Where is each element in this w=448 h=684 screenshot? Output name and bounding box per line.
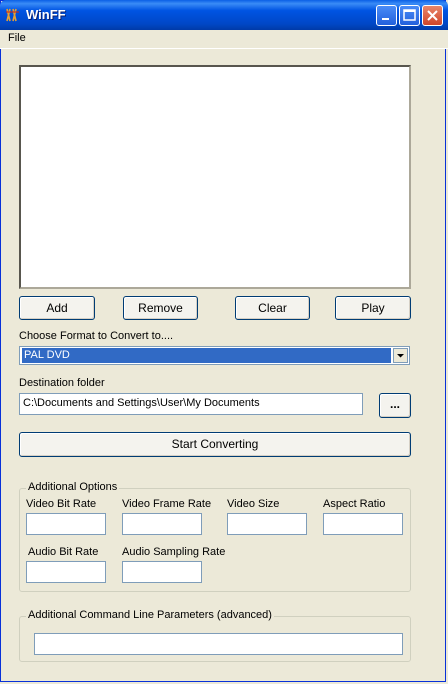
format-select[interactable]: PAL DVD: [19, 346, 410, 365]
minimize-icon: [382, 18, 389, 20]
video-size-input[interactable]: [227, 513, 307, 535]
aspect-ratio-label: Aspect Ratio: [323, 498, 386, 510]
dropdown-arrow-button[interactable]: [393, 348, 408, 363]
menu-bar: File: [0, 30, 448, 49]
minimize-button[interactable]: [376, 5, 397, 26]
play-button[interactable]: Play: [335, 296, 411, 320]
audio-sampling-rate-label: Audio Sampling Rate: [122, 546, 226, 558]
video-frame-rate-input[interactable]: [122, 513, 202, 535]
remove-button[interactable]: Remove: [123, 296, 198, 320]
video-frame-rate-label: Video Frame Rate: [122, 498, 212, 510]
audio-sampling-rate-input[interactable]: [122, 561, 202, 583]
command-line-input[interactable]: [34, 633, 403, 655]
audio-bit-rate-input[interactable]: [26, 561, 106, 583]
command-line-title: Additional Command Line Parameters (adva…: [26, 609, 274, 621]
video-bit-rate-label: Video Bit Rate: [26, 498, 97, 510]
video-bit-rate-input[interactable]: [26, 513, 106, 535]
format-label: Choose Format to Convert to....: [19, 330, 174, 342]
destination-input[interactable]: C:\Documents and Settings\User\My Docume…: [19, 393, 363, 415]
additional-options-title: Additional Options: [26, 481, 120, 493]
start-converting-button[interactable]: Start Converting: [19, 432, 411, 457]
window-title: WinFF: [26, 7, 66, 22]
aspect-ratio-input[interactable]: [323, 513, 403, 535]
browse-folder-button[interactable]: ...: [379, 393, 411, 418]
title-bar[interactable]: WinFF: [0, 0, 448, 30]
winff-app-icon: [6, 8, 19, 22]
close-button[interactable]: [422, 5, 443, 26]
close-icon: [427, 10, 438, 21]
audio-bit-rate-label: Audio Bit Rate: [28, 546, 99, 558]
format-selected-value: PAL DVD: [22, 348, 391, 363]
clear-button[interactable]: Clear: [235, 296, 310, 320]
maximize-button[interactable]: [399, 5, 420, 26]
destination-label: Destination folder: [19, 377, 105, 389]
maximize-icon: [403, 9, 416, 21]
add-button[interactable]: Add: [19, 296, 95, 320]
menu-file[interactable]: File: [8, 32, 26, 44]
file-list[interactable]: [19, 65, 411, 289]
video-size-label: Video Size: [227, 498, 280, 510]
chevron-down-icon: [397, 354, 404, 358]
